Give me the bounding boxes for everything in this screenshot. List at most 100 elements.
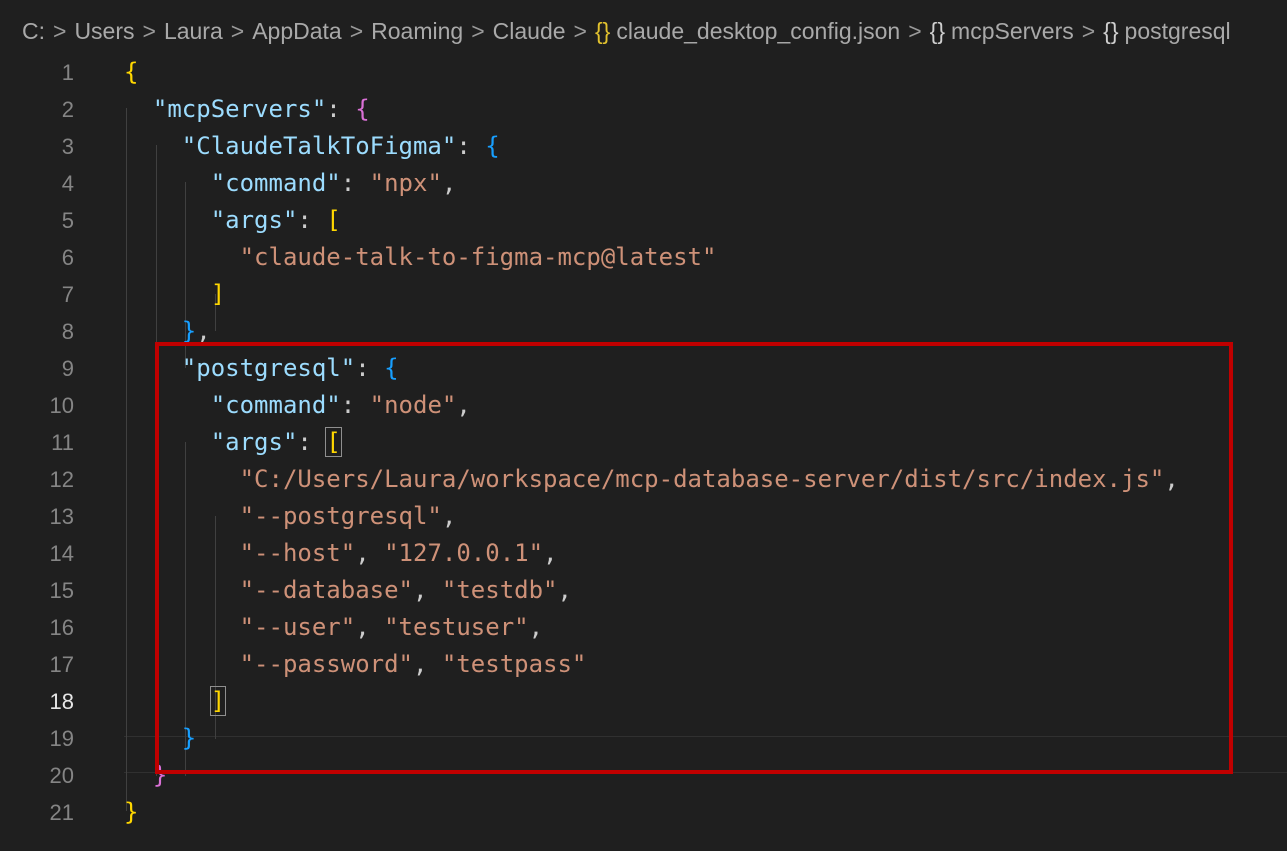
code-text: "--database", "testdb",: [124, 572, 572, 609]
code-text: "args": [: [124, 424, 342, 461]
code-token: ,: [1164, 465, 1179, 493]
code-text: "command": "npx",: [124, 165, 457, 202]
code-line[interactable]: 4 "command": "npx",: [0, 165, 1287, 202]
line-number: 2: [61, 97, 74, 122]
code-line[interactable]: 9 "postgresql": {: [0, 350, 1287, 387]
code-line[interactable]: 13 "--postgresql",: [0, 498, 1287, 535]
indentation: [124, 391, 211, 419]
indentation: [124, 465, 240, 493]
breadcrumb-item[interactable]: Users: [74, 18, 134, 45]
code-line[interactable]: 7 ]: [0, 276, 1287, 313]
code-line[interactable]: 14 "--host", "127.0.0.1",: [0, 535, 1287, 572]
line-number: 16: [49, 615, 74, 640]
code-line[interactable]: 5 "args": [: [0, 202, 1287, 239]
breadcrumb-label: claude_desktop_config.json: [616, 18, 901, 44]
code-text: "C:/Users/Laura/workspace/mcp-database-s…: [124, 461, 1179, 498]
breadcrumb-separator: >: [53, 18, 67, 44]
code-text: },: [124, 313, 211, 350]
code-line[interactable]: 11 "args": [: [0, 424, 1287, 461]
line-number: 3: [61, 134, 74, 159]
code-token: ,: [441, 502, 457, 530]
code-text: "--postgresql",: [124, 498, 457, 535]
code-line[interactable]: 20 }: [0, 757, 1287, 794]
code-text: }: [124, 757, 167, 794]
breadcrumb-separator: >: [908, 18, 922, 44]
code-token: ,: [355, 539, 385, 567]
breadcrumb-item[interactable]: {} postgresql: [1103, 18, 1231, 45]
line-number: 7: [61, 282, 74, 307]
code-text: }: [124, 720, 196, 757]
breadcrumb-item[interactable]: C:: [22, 18, 45, 45]
code-line[interactable]: 12 "C:/Users/Laura/workspace/mcp-databas…: [0, 461, 1287, 498]
code-token: "testuser": [384, 613, 529, 641]
indentation: [124, 687, 211, 715]
breadcrumb-label: AppData: [252, 18, 342, 44]
code-token: :: [355, 354, 385, 382]
line-number: 17: [49, 652, 74, 677]
code-line[interactable]: 16 "--user", "testuser",: [0, 609, 1287, 646]
code-line[interactable]: 3 "ClaudeTalkToFigma": {: [0, 128, 1287, 165]
code-token: "claude-talk-to-figma-mcp@latest": [239, 243, 717, 271]
object-braces-icon: {}: [929, 18, 946, 44]
code-token: ,: [196, 317, 211, 345]
line-number: 11: [51, 430, 74, 455]
breadcrumb-label: Roaming: [371, 18, 464, 44]
code-line[interactable]: 15 "--database", "testdb",: [0, 572, 1287, 609]
code-token: :: [326, 95, 356, 123]
code-token: :: [340, 169, 370, 197]
breadcrumb-separator: >: [1081, 18, 1096, 44]
line-number: 6: [61, 245, 74, 270]
code-line[interactable]: 6 "claude-talk-to-figma-mcp@latest": [0, 239, 1287, 276]
breadcrumb-separator: >: [349, 18, 364, 44]
indentation: [124, 169, 211, 197]
breadcrumb-item[interactable]: {} claude_desktop_config.json: [595, 18, 900, 45]
code-token: :: [340, 391, 370, 419]
code-line[interactable]: 17 "--password", "testpass": [0, 646, 1287, 683]
code-token: ,: [355, 613, 385, 641]
breadcrumb-item[interactable]: Laura: [164, 18, 223, 45]
code-token: }: [152, 761, 168, 789]
line-number: 14: [49, 541, 74, 566]
code-line[interactable]: 18 ]: [0, 683, 1287, 720]
code-line[interactable]: 21}: [0, 794, 1287, 831]
code-token: "npx": [369, 169, 442, 197]
code-line[interactable]: 10 "command": "node",: [0, 387, 1287, 424]
line-number: 8: [61, 319, 74, 344]
line-number: 10: [49, 393, 74, 418]
code-token: {: [355, 95, 370, 123]
indentation: [124, 576, 240, 604]
code-token: "node": [369, 391, 457, 419]
indentation: [124, 206, 211, 234]
breadcrumb-item[interactable]: {} mcpServers: [930, 18, 1074, 45]
line-number: 15: [49, 578, 74, 603]
code-token: ]: [210, 280, 226, 308]
object-braces-icon: {}: [1103, 18, 1119, 44]
breadcrumb-item[interactable]: AppData: [252, 18, 342, 45]
code-token: "testpass": [441, 650, 587, 678]
indentation: [124, 761, 153, 789]
indentation: [124, 354, 182, 382]
code-token: :: [456, 132, 486, 160]
code-token: [: [326, 206, 341, 234]
line-number: 12: [49, 467, 74, 492]
code-line[interactable]: 2 "mcpServers": {: [0, 91, 1287, 128]
line-number: 21: [49, 800, 74, 825]
code-token: ]: [209, 686, 227, 716]
code-editor[interactable]: 1{2 "mcpServers": {3 "ClaudeTalkToFigma"…: [0, 52, 1287, 851]
code-token: "command": [210, 169, 341, 197]
line-number: 9: [61, 356, 74, 381]
code-token: "--host": [239, 539, 356, 567]
breadcrumb-item[interactable]: Claude: [493, 18, 566, 45]
breadcrumb-separator: >: [471, 18, 485, 44]
code-text: ]: [124, 683, 227, 720]
code-token: "testdb": [441, 576, 558, 604]
code-line[interactable]: 19 }: [0, 720, 1287, 757]
line-number: 18: [49, 689, 74, 714]
indentation: [124, 428, 211, 456]
code-line[interactable]: 1{: [0, 54, 1287, 91]
code-line[interactable]: 8 },: [0, 313, 1287, 350]
breadcrumb-label: mcpServers: [951, 18, 1074, 44]
code-token: :: [297, 206, 327, 234]
breadcrumb-item[interactable]: Roaming: [371, 18, 463, 45]
code-text: "mcpServers": {: [124, 91, 370, 128]
